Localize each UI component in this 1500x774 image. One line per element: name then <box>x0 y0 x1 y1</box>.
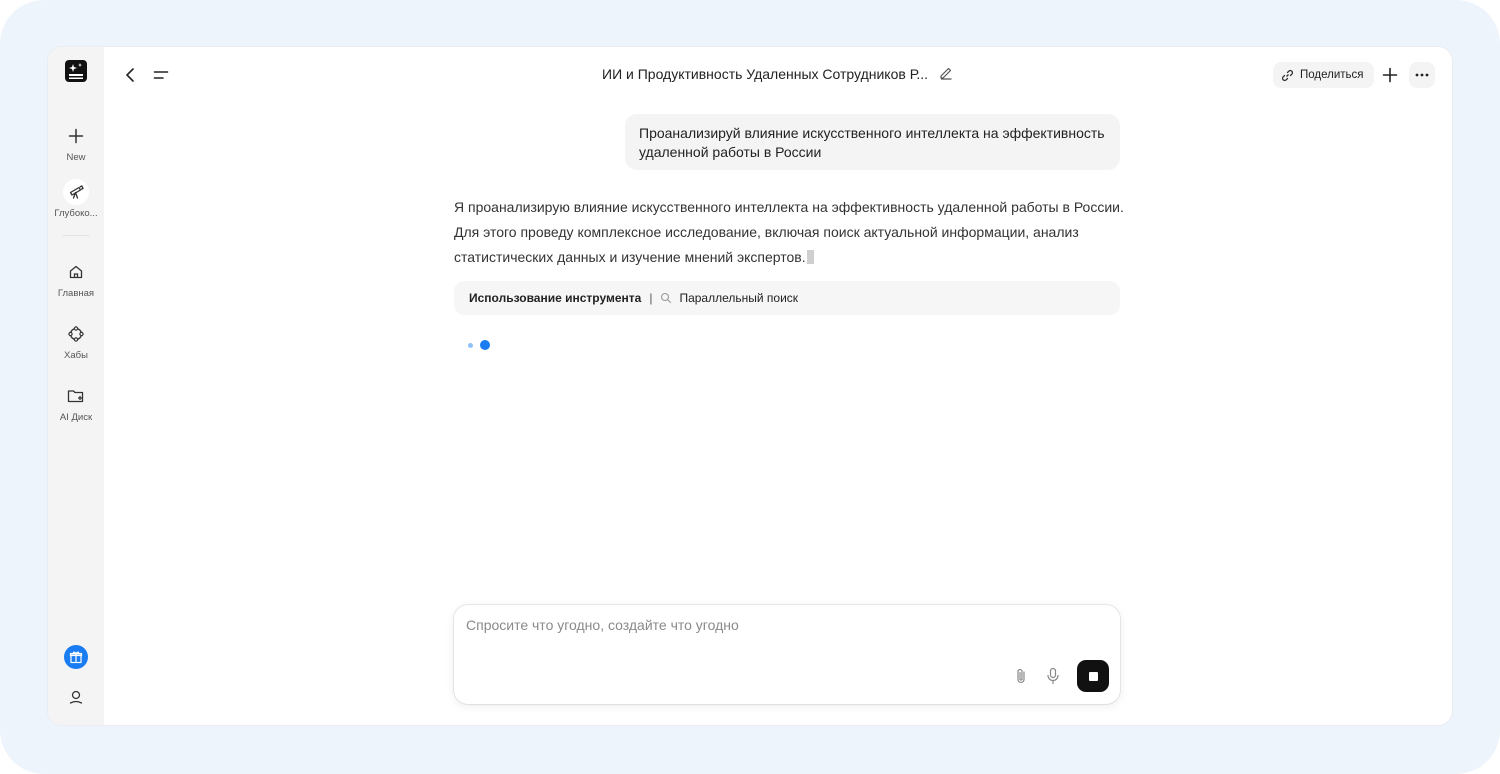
stop-generation-button[interactable] <box>1077 660 1109 692</box>
app-window: New Глубоко... Главная Хабы AI Диск ИИ и… <box>48 47 1452 725</box>
typing-cursor <box>806 250 814 264</box>
page-title: ИИ и Продуктивность Удаленных Сотруднико… <box>602 66 929 82</box>
tool-label: Использование инструмента <box>469 291 642 305</box>
back-button[interactable] <box>120 65 140 85</box>
tool-action: Параллельный поиск <box>679 291 799 305</box>
sidebar-item-label: Главная <box>57 288 95 299</box>
paperclip-icon <box>1017 668 1025 684</box>
microphone-icon <box>1047 667 1059 685</box>
sidebar-item-label: AI Диск <box>59 412 93 423</box>
ai-logo-icon[interactable] <box>65 60 87 82</box>
search-icon <box>660 292 672 304</box>
stop-icon <box>1088 671 1098 681</box>
telescope-icon <box>63 179 89 205</box>
sidebar-divider <box>63 235 89 236</box>
user-message: Проанализируй влияние искусственного инт… <box>625 114 1120 170</box>
new-chat-button[interactable] <box>1377 62 1403 88</box>
ai-message-text: Я проанализирую влияние искусственного и… <box>454 199 1124 265</box>
message-composer <box>454 605 1120 704</box>
sidebar-item-home[interactable]: Главная <box>48 259 104 299</box>
edit-title-button[interactable] <box>939 66 953 85</box>
plus-icon <box>63 123 89 149</box>
sidebar-item-label: Глубоко... <box>54 208 98 219</box>
share-label: Поделиться <box>1300 69 1364 81</box>
sidebar-item-ai-disk[interactable]: AI Диск <box>48 383 104 423</box>
plus-icon <box>1382 67 1398 83</box>
user-icon[interactable] <box>64 685 88 709</box>
chevron-left-icon <box>126 68 134 82</box>
sidebar-item-deep-research[interactable]: Глубоко... <box>48 179 104 219</box>
menu-lines-icon <box>153 71 169 79</box>
loading-dot <box>468 343 473 348</box>
tool-separator: | <box>649 291 653 305</box>
message-input[interactable] <box>466 615 1066 635</box>
microphone-button[interactable] <box>1046 667 1060 690</box>
menu-button[interactable] <box>151 65 171 85</box>
gift-icon[interactable] <box>64 645 88 669</box>
loading-dot <box>480 340 490 350</box>
folder-icon <box>63 383 89 409</box>
more-options-button[interactable] <box>1409 62 1435 88</box>
more-dots-icon <box>1415 73 1429 77</box>
sidebar-item-hubs[interactable]: Хабы <box>48 321 104 361</box>
sidebar-item-label: New <box>66 152 86 163</box>
ai-message: Я проанализирую влияние искусственного и… <box>454 195 1124 270</box>
pencil-icon <box>940 67 952 80</box>
home-icon <box>63 259 89 285</box>
sidebar-item-label: Хабы <box>64 350 88 361</box>
sidebar-item-new[interactable]: New <box>48 123 104 163</box>
link-icon <box>1282 69 1293 81</box>
hubs-icon <box>63 321 89 347</box>
attach-button[interactable] <box>1014 667 1028 690</box>
sidebar: New Глубоко... Главная Хабы AI Диск <box>48 47 104 725</box>
tool-usage-bar[interactable]: Использование инструмента | Параллельный… <box>454 281 1120 315</box>
share-button[interactable]: Поделиться <box>1273 62 1374 88</box>
